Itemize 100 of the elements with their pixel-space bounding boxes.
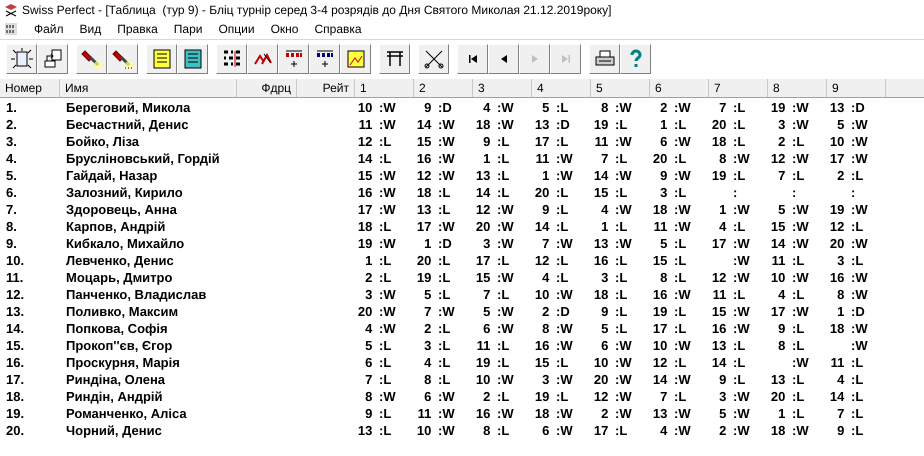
menu-item[interactable]: Правка — [109, 20, 166, 38]
column-header[interactable]: 3 — [473, 79, 532, 97]
result-cell-text: 15 :L — [592, 184, 628, 202]
result-cell-text: 2 :L — [777, 132, 806, 151]
column-header[interactable]: 6 — [650, 79, 709, 97]
toolbar-button[interactable] — [247, 44, 278, 74]
result-cell-text: :W — [791, 354, 810, 372]
result-cell-text: 9 :L — [541, 200, 570, 219]
result-cell-text: 11 :W — [652, 218, 692, 236]
result-cell-text: 5 :L — [659, 234, 688, 253]
menu-item[interactable]: Вид — [72, 20, 110, 38]
result-cell-text: 14 :W — [592, 166, 633, 185]
result-cell-text: 15 :W — [770, 218, 810, 236]
column-header[interactable]: 5 — [591, 79, 650, 97]
menu-item[interactable]: Опции — [210, 20, 263, 38]
menu-item[interactable]: Окно — [262, 20, 306, 38]
toolbar-button[interactable] — [488, 44, 519, 74]
column-header[interactable]: 4 — [532, 79, 591, 97]
result-cell-text: 6 :W — [482, 320, 515, 338]
player-name: Брусліновський, Гордій — [66, 150, 221, 168]
result-cell-text: 20 :W — [356, 302, 397, 321]
result-cell-text: 13 :W — [652, 404, 692, 423]
result-cell-text: 2 :D — [541, 302, 571, 321]
column-header[interactable]: 9 — [827, 79, 886, 97]
result-cell-text: 18 :W — [828, 320, 869, 338]
toolbar-button[interactable] — [6, 44, 37, 74]
result-cell-text: 17 :L — [474, 252, 510, 270]
toolbar-button[interactable] — [216, 44, 247, 74]
result-cell-text: 18 :W — [534, 404, 574, 423]
toolbar-button[interactable] — [309, 44, 340, 74]
result-cell-text: 10 :W — [534, 286, 574, 304]
result-cell-text: 16 :W — [356, 184, 397, 202]
column-header[interactable]: Рейт — [297, 79, 355, 97]
result-cell-text: 19 :L — [652, 302, 688, 321]
toolbar-button[interactable] — [146, 44, 177, 74]
result-cell-text: 12 :L — [356, 132, 392, 151]
row-number: 9. — [5, 234, 18, 253]
result-cell-text: 7 :W — [541, 234, 574, 253]
result-cell-text: : — [791, 184, 798, 202]
result-cell-text: 17 :L — [652, 320, 688, 338]
row-number: 1. — [5, 98, 18, 117]
result-cell-text: 15 :W — [474, 268, 515, 287]
toolbar-button[interactable] — [76, 44, 107, 74]
result-cell-text: 6 :L — [364, 354, 392, 372]
result-cell-text: 7 :L — [718, 98, 746, 117]
player-name: Риндіна, Олена — [66, 370, 166, 389]
toolbar-button[interactable] — [379, 44, 410, 74]
column-header[interactable]: Имя — [60, 79, 237, 97]
result-cell-text: 18 :L — [710, 132, 746, 151]
result-cell-text: 15 :W — [710, 302, 751, 321]
row-number: 10. — [5, 252, 26, 270]
menu-item[interactable]: Справка — [306, 20, 370, 38]
result-cell-text: 7 :L — [659, 388, 688, 406]
menu-item[interactable]: Файл — [26, 20, 72, 38]
result-cell-text: 9 :D — [423, 98, 453, 117]
player-name: Береговий, Микола — [66, 98, 192, 117]
column-header[interactable]: Фдрц — [237, 79, 297, 97]
column-header[interactable]: 2 — [414, 79, 473, 97]
result-cell-text: 7 :L — [600, 150, 628, 168]
toolbar-button[interactable] — [107, 44, 138, 74]
column-header[interactable]: Номер — [0, 79, 60, 97]
toolbar-button[interactable] — [340, 44, 371, 74]
row-number: 4. — [5, 150, 18, 168]
result-cell-text: 16 :W — [652, 286, 692, 304]
toolbar-button[interactable] — [418, 44, 449, 74]
result-cell-text: 14 :L — [828, 388, 864, 406]
column-header[interactable]: 1 — [355, 79, 414, 97]
column-header[interactable]: 7 — [709, 79, 768, 97]
result-cell-text: 10 :W — [474, 370, 515, 389]
toolbar-button[interactable] — [278, 44, 309, 74]
result-cell-text: 13 :D — [534, 116, 571, 134]
result-cell-text: 18 :L — [416, 184, 452, 202]
toolbar-button[interactable] — [177, 44, 208, 74]
row-number: 17. — [5, 370, 26, 389]
result-cell-text: 11 :W — [534, 150, 574, 168]
result-cell-text: 20 :W — [828, 234, 869, 253]
column-header[interactable]: 8 — [768, 79, 827, 97]
result-cell-text: 14 :L — [710, 354, 746, 372]
toolbar-button[interactable] — [457, 44, 488, 74]
result-cell-text: 3 :W — [777, 116, 810, 134]
result-cell-text: 7 :L — [777, 166, 806, 185]
menu-item[interactable]: Пари — [166, 20, 210, 38]
result-cell-text: 5 :L — [423, 286, 452, 304]
result-cell-text: 15 :W — [416, 132, 456, 151]
result-cell-text: 8 :W — [541, 320, 574, 338]
result-cell-text: 20 :L — [534, 184, 570, 202]
toolbar-button[interactable] — [37, 44, 68, 74]
flashlight-icon — [80, 48, 102, 70]
result-cell-text: 1 :W — [541, 166, 574, 185]
result-cell-text: 10 :W — [592, 354, 633, 372]
result-cell-text: 6 :W — [541, 422, 574, 440]
result-cell-text: 9 :L — [718, 370, 746, 389]
player-name: Левченко, Денис — [66, 252, 175, 270]
toolbar-button[interactable] — [589, 44, 620, 74]
player-name: Залозний, Кирило — [66, 184, 184, 202]
result-cell-text: :W — [850, 336, 869, 355]
result-cell-text: 19 :L — [534, 388, 570, 406]
scissors-icon — [422, 48, 444, 70]
result-cell-text: 8 :L — [482, 422, 510, 440]
result-cell-text: 17 :W — [416, 218, 456, 236]
